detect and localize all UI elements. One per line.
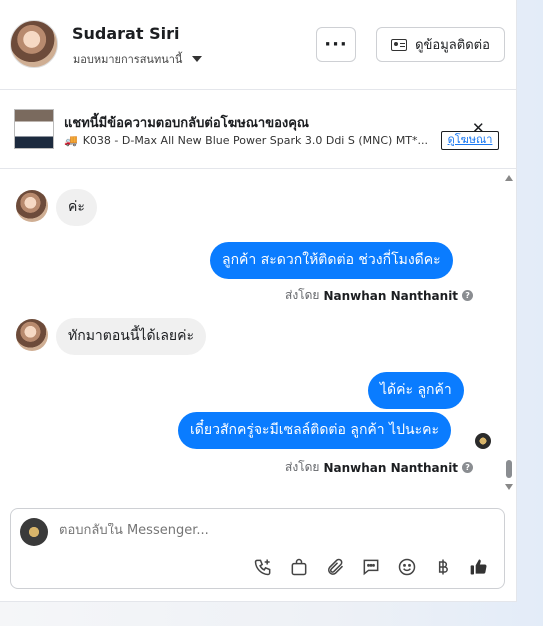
view-contact-label: ดูข้อมูลติดต่อ	[415, 38, 490, 53]
sent-by-prefix: ส่งโดย	[285, 460, 320, 474]
reply-composer	[10, 508, 505, 589]
help-icon[interactable]: ?	[462, 462, 474, 473]
scroll-down-arrow-icon[interactable]	[505, 484, 513, 490]
message-list[interactable]: ค่ะ ลูกค้า สะดวกให้ติดต่อ ช่วงกี่โมงดีคะ…	[0, 170, 517, 495]
assign-conversation-dropdown[interactable]: มอบหมายการสนทนานี้	[73, 50, 203, 68]
sent-by-prefix: ส่งโดย	[285, 288, 320, 302]
id-card-icon	[391, 38, 408, 51]
saved-reply-icon[interactable]	[359, 555, 383, 579]
scroll-up-arrow-icon[interactable]	[505, 175, 513, 181]
call-add-icon[interactable]	[251, 555, 275, 579]
reply-input[interactable]	[59, 523, 479, 538]
view-contact-button[interactable]: ดูข้อมูลติดต่อ	[376, 27, 505, 62]
contact-avatar[interactable]	[10, 20, 58, 68]
caret-down-icon	[192, 56, 203, 62]
attachment-icon[interactable]	[323, 555, 347, 579]
outgoing-message[interactable]: ลูกค้า สะดวกให้ติดต่อ ช่วงกี่โมงดีคะ	[210, 242, 453, 279]
conversation-panel: Sudarat Siri มอบหมายการสนทนานี้ ··· ดูข้…	[0, 0, 517, 602]
shopping-bag-icon[interactable]	[287, 555, 311, 579]
contact-name[interactable]: Sudarat Siri	[72, 24, 179, 43]
ad-banner-title: แชทนี้มีข้อความตอบกลับต่อโฆษณาของคุณ	[64, 116, 309, 131]
view-ad-link[interactable]: ดูโฆษณา	[441, 131, 499, 150]
ad-description: 🚚 K038 - D-Max All New Blue Power Spark …	[64, 134, 428, 147]
thumbs-up-icon[interactable]	[467, 555, 491, 579]
sender-name: Nanwhan Nanthanit	[323, 460, 459, 475]
ad-reply-banner: แชทนี้มีข้อความตอบกลับต่อโฆษณาของคุณ 🚚 K…	[0, 91, 517, 169]
sender-name: Nanwhan Nanthanit	[323, 288, 459, 303]
composer-toolbar	[251, 555, 491, 579]
truck-icon: 🚚	[64, 134, 78, 147]
scrollbar-thumb[interactable]	[506, 460, 512, 478]
outgoing-message[interactable]: ได้ค่ะ ลูกค้า	[368, 372, 464, 409]
outgoing-message[interactable]: เดี๋ยวสักครู่จะมีเซลล์ติดต่อ ลูกค้า ไปนะ…	[178, 412, 452, 449]
more-options-button[interactable]: ···	[316, 27, 356, 62]
sent-by-label: ส่งโดย Nanwhan Nanthanit ?	[285, 458, 474, 477]
seen-avatar-icon	[475, 433, 491, 449]
contact-avatar-small	[16, 319, 48, 351]
ad-description-text: K038 - D-Max All New Blue Power Spark 3.…	[82, 134, 429, 147]
help-icon[interactable]: ?	[462, 290, 474, 301]
ad-thumbnail[interactable]	[14, 109, 54, 149]
incoming-message[interactable]: ค่ะ	[56, 189, 97, 226]
baht-payment-icon[interactable]	[431, 555, 455, 579]
contact-avatar-small	[16, 190, 48, 222]
more-options-label: ···	[324, 34, 348, 55]
conversation-header: Sudarat Siri มอบหมายการสนทนานี้ ··· ดูข้…	[0, 0, 517, 90]
emoji-icon[interactable]	[395, 555, 419, 579]
incoming-message[interactable]: ทักมาตอนนี้ได้เลยค่ะ	[56, 318, 207, 355]
assign-conversation-label: มอบหมายการสนทนานี้	[73, 53, 183, 66]
sent-by-label: ส่งโดย Nanwhan Nanthanit ?	[285, 286, 474, 305]
page-avatar	[20, 518, 48, 546]
